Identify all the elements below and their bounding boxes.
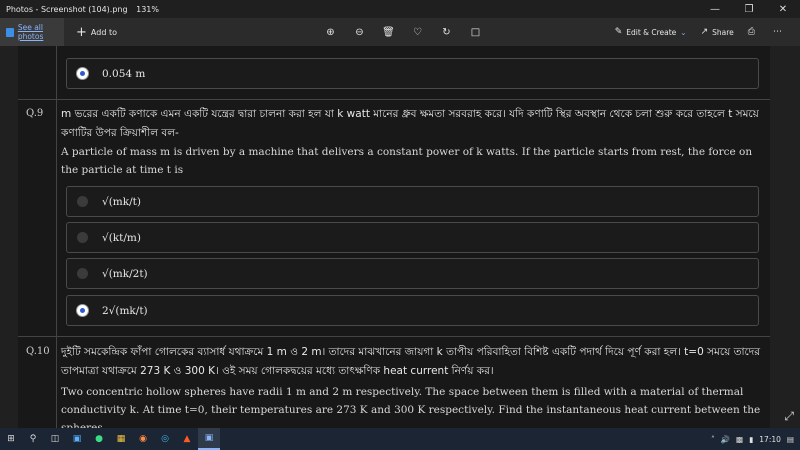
windows-taskbar: ⊞ ⚲ ◫ ▣ ● ▦ ◉ ◎ ▲ ▣ ˄ 🔊 ▩ ▮ 17:10 ▤: [0, 428, 800, 450]
file-explorer-icon[interactable]: ▦: [110, 428, 132, 450]
option-text: √(kt/m): [102, 231, 141, 244]
task-view-icon[interactable]: ◫: [44, 428, 66, 450]
question-english: A particle of mass m is driven by a mach…: [61, 146, 753, 176]
radio-selected[interactable]: [77, 305, 88, 316]
question-number: Q.9: [26, 108, 44, 119]
question-text: দুইটি সমকেন্দ্রিক ফাঁপা গোলকের ব্যাসার্ধ…: [61, 343, 763, 428]
crop-icon[interactable]: □: [461, 27, 490, 38]
photos-app-icon[interactable]: ▣: [198, 428, 220, 450]
question-bengali: দুইটি সমকেন্দ্রিক ফাঁপা গোলকের ব্যাসার্ধ…: [61, 346, 761, 377]
delete-icon[interactable]: 🗑: [374, 27, 403, 38]
prev-option-selected[interactable]: 0.054 m: [66, 58, 759, 89]
clock[interactable]: 17:10: [759, 435, 781, 444]
row-divider: [18, 336, 770, 337]
radio-unselected[interactable]: [77, 232, 88, 243]
image-viewer[interactable]: 0.054 m Q.9 m ভরের একটি কণাকে এমন একটি য…: [0, 46, 800, 428]
title-bar: Photos - Screenshot (104).png 131% — ❐ ✕: [0, 0, 800, 18]
radio-unselected[interactable]: [77, 268, 88, 279]
question-text: m ভরের একটি কণাকে এমন একটি যন্ত্রের দ্বা…: [61, 105, 763, 179]
network-icon[interactable]: ▩: [736, 435, 743, 444]
edit-icon: ✎: [614, 27, 623, 37]
question-english: Two concentric hollow spheres have radii…: [61, 386, 761, 428]
chevron-up-icon[interactable]: ˄: [711, 435, 715, 444]
share-label: Share: [712, 27, 734, 37]
option-2[interactable]: √(kt/m): [66, 222, 759, 253]
option-text: 2√(mk/t): [102, 304, 148, 317]
option-4-selected[interactable]: 2√(mk/t): [66, 295, 759, 326]
chevron-down-icon: ⌄: [680, 27, 687, 37]
minimize-button[interactable]: —: [698, 0, 732, 18]
windows-start-icon[interactable]: ⊞: [0, 428, 22, 450]
edit-create-button[interactable]: ✎ Edit & Create ⌄: [615, 27, 687, 37]
search-icon[interactable]: ⚲: [22, 428, 44, 450]
option-text: √(mk/t): [102, 195, 141, 208]
column-divider: [56, 46, 57, 428]
radio-unselected[interactable]: [77, 196, 88, 207]
question-bengali: m ভরের একটি কণাকে এমন একটি যন্ত্রের দ্বা…: [61, 108, 759, 139]
add-to-button[interactable]: + Add to: [76, 25, 117, 40]
option-text: 0.054 m: [102, 67, 146, 80]
question-number: Q.10: [26, 346, 50, 357]
battery-icon[interactable]: ▮: [749, 435, 753, 444]
option-1[interactable]: √(mk/t): [66, 186, 759, 217]
system-tray: ˄ 🔊 ▩ ▮ 17:10 ▤: [705, 428, 794, 450]
app-toolbar: See all photos + Add to ⊕ ⊖ 🗑 ♡ ↻ □ ✎ Ed…: [0, 18, 800, 46]
radio-selected[interactable]: [77, 68, 88, 79]
zoom-in-icon[interactable]: ⊕: [316, 27, 345, 38]
question-sheet: 0.054 m Q.9 m ভরের একটি কণাকে এমন একটি য…: [18, 46, 770, 428]
favorite-icon[interactable]: ♡: [403, 27, 432, 38]
zoom-level: 131%: [136, 4, 159, 14]
photoshop-icon[interactable]: ▣: [66, 428, 88, 450]
add-to-label: Add to: [90, 27, 117, 37]
notification-icon[interactable]: ▤: [787, 435, 794, 444]
option-text: √(mk/2t): [102, 267, 148, 280]
volume-icon[interactable]: 🔊: [721, 435, 730, 444]
plus-icon: +: [76, 24, 87, 40]
window-title: Photos - Screenshot (104).png: [6, 4, 128, 14]
expand-icon[interactable]: ⤢: [784, 409, 794, 424]
print-icon: ⎙: [747, 27, 755, 37]
edge-icon[interactable]: ◎: [154, 428, 176, 450]
whatsapp-icon[interactable]: ●: [88, 428, 110, 450]
maximize-button[interactable]: ❐: [732, 0, 766, 18]
share-button[interactable]: ↗ Share: [701, 27, 734, 37]
more-icon: ⋯: [773, 27, 782, 37]
share-icon: ↗: [700, 27, 709, 37]
brave-icon[interactable]: ▲: [176, 428, 198, 450]
print-button[interactable]: ⎙: [748, 27, 759, 37]
close-button[interactable]: ✕: [766, 0, 800, 18]
edit-create-label: Edit & Create: [626, 27, 677, 37]
option-3[interactable]: √(mk/2t): [66, 258, 759, 289]
app-icon[interactable]: ◉: [132, 428, 154, 450]
more-button[interactable]: ⋯: [773, 27, 786, 37]
row-divider: [18, 99, 770, 100]
see-all-label: See all photos: [17, 23, 44, 41]
rotate-icon[interactable]: ↻: [432, 27, 461, 38]
photos-icon: [6, 27, 14, 37]
zoom-out-icon[interactable]: ⊖: [345, 27, 374, 38]
see-all-photos-link[interactable]: See all photos: [0, 18, 64, 46]
